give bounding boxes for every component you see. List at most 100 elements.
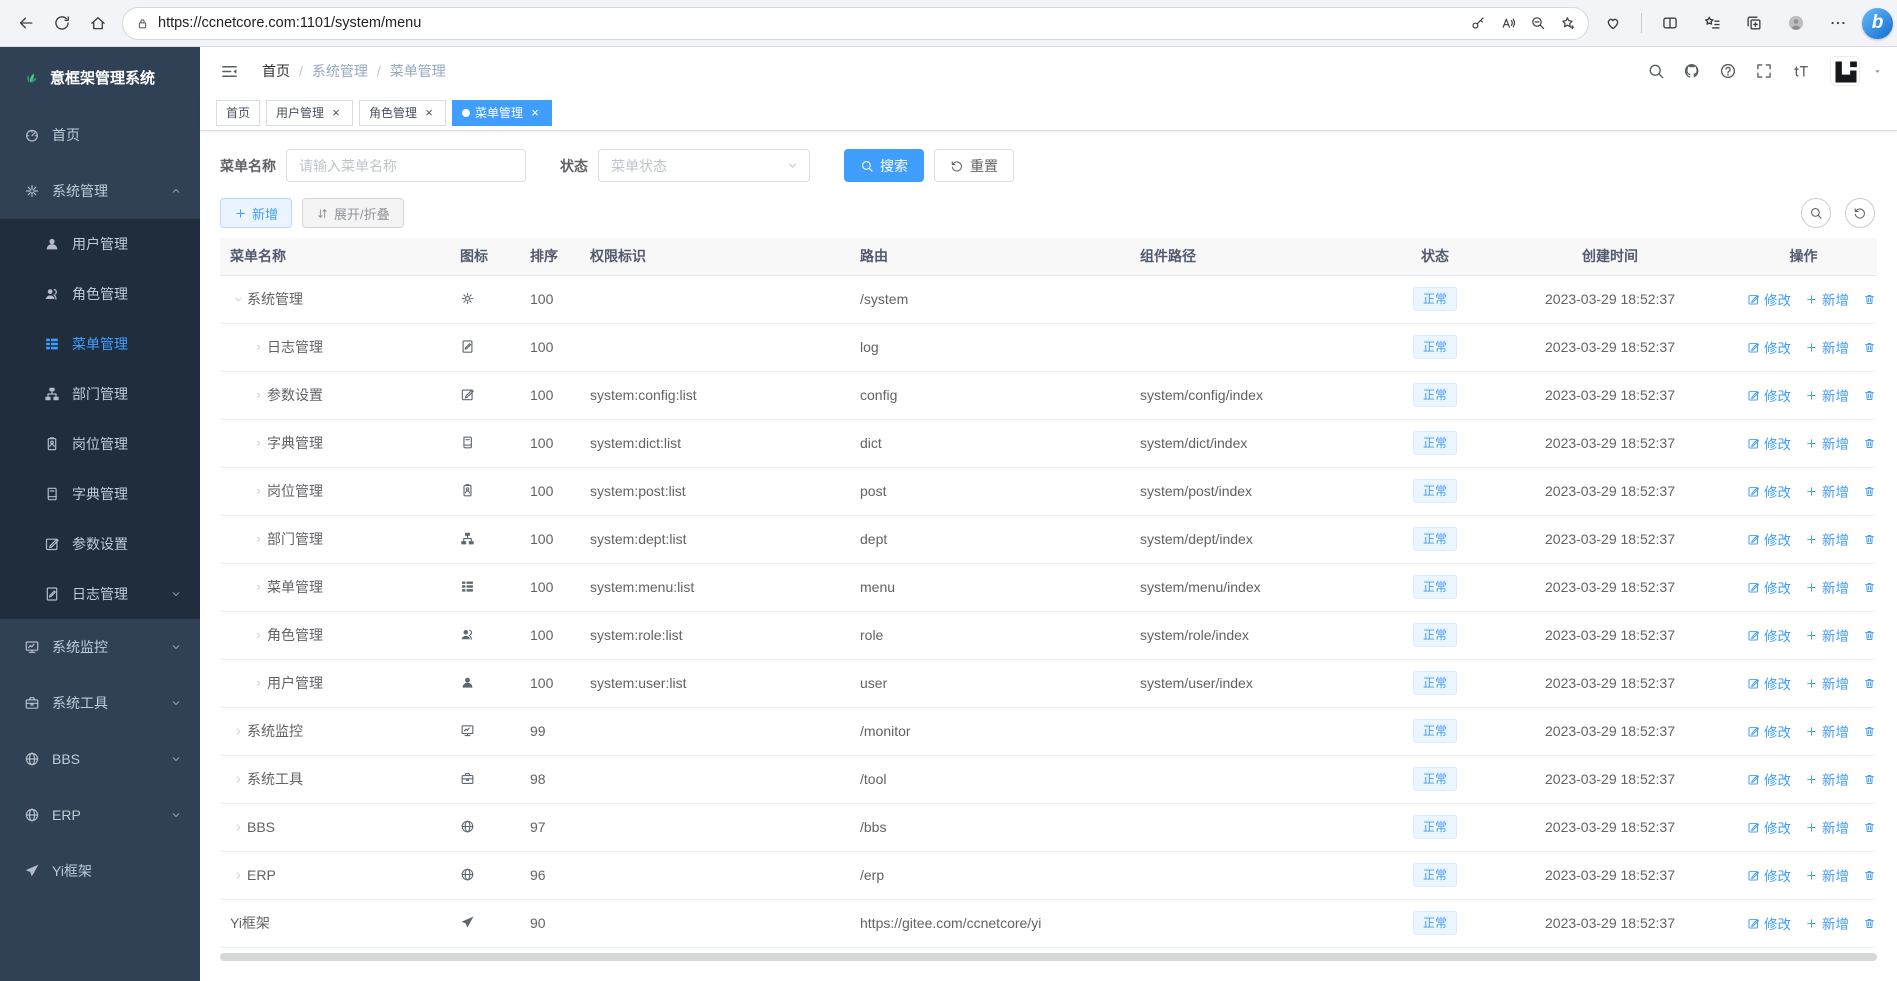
row-action-delete[interactable]: 删除: [1863, 289, 1877, 309]
expand-caret-icon[interactable]: [250, 582, 267, 593]
row-action-add[interactable]: 新增: [1805, 481, 1849, 501]
menu-name-input[interactable]: [286, 149, 526, 182]
row-action-edit[interactable]: 修改: [1747, 769, 1791, 789]
sidebar-item-home[interactable]: 首页: [0, 107, 200, 163]
user-avatar[interactable]: [1830, 56, 1860, 86]
profile-icon[interactable]: [1778, 6, 1814, 40]
row-action-delete[interactable]: 删除: [1863, 673, 1877, 693]
row-action-add[interactable]: 新增: [1805, 577, 1849, 597]
sidebar-item-dict[interactable]: 字典管理: [0, 469, 200, 519]
row-action-edit[interactable]: 修改: [1747, 289, 1791, 309]
sidebar-item-erp[interactable]: ERP: [0, 787, 200, 843]
url-text[interactable]: https://ccnetcore.com:1101/system/menu: [158, 15, 1470, 31]
url-bar[interactable]: https://ccnetcore.com:1101/system/menu: [122, 6, 1589, 40]
expand-caret-icon[interactable]: [250, 486, 267, 497]
tab-menu[interactable]: 菜单管理 ×: [452, 99, 553, 126]
row-action-add[interactable]: 新增: [1805, 385, 1849, 405]
sidebar-item-post[interactable]: 岗位管理: [0, 419, 200, 469]
expand-caret-icon[interactable]: [230, 822, 247, 833]
close-icon[interactable]: ×: [422, 106, 436, 120]
row-action-add[interactable]: 新增: [1805, 529, 1849, 549]
sidebar-item-log[interactable]: 日志管理: [0, 569, 200, 619]
row-action-delete[interactable]: 删除: [1863, 721, 1877, 741]
row-action-add[interactable]: 新增: [1805, 769, 1849, 789]
caret-down-icon[interactable]: [1872, 66, 1883, 77]
status-select[interactable]: 菜单状态: [598, 149, 810, 182]
row-action-edit[interactable]: 修改: [1747, 865, 1791, 885]
row-action-delete[interactable]: 删除: [1863, 481, 1877, 501]
tab-user[interactable]: 用户管理 ×: [266, 99, 354, 126]
add-button[interactable]: 新增: [220, 198, 293, 228]
expand-caret-icon[interactable]: [230, 774, 247, 785]
home-icon[interactable]: [80, 6, 116, 40]
row-action-edit[interactable]: 修改: [1747, 913, 1791, 933]
row-action-delete[interactable]: 删除: [1863, 625, 1877, 645]
row-action-add[interactable]: 新增: [1805, 865, 1849, 885]
expand-caret-icon[interactable]: [250, 342, 267, 353]
browser-essentials-icon[interactable]: [1595, 6, 1631, 40]
expand-caret-icon[interactable]: [250, 390, 267, 401]
breadcrumb-item[interactable]: 系统管理: [312, 61, 368, 81]
more-icon[interactable]: [1820, 6, 1856, 40]
row-action-edit[interactable]: 修改: [1747, 337, 1791, 357]
row-action-delete[interactable]: 删除: [1863, 577, 1877, 597]
expand-caret-icon[interactable]: [250, 534, 267, 545]
row-action-delete[interactable]: 删除: [1863, 817, 1877, 837]
row-action-add[interactable]: 新增: [1805, 625, 1849, 645]
refresh-table-button[interactable]: [1845, 198, 1875, 228]
close-icon[interactable]: ×: [329, 106, 343, 120]
row-action-delete[interactable]: 删除: [1863, 385, 1877, 405]
expand-caret-icon[interactable]: [230, 726, 247, 737]
row-action-add[interactable]: 新增: [1805, 289, 1849, 309]
font-size-icon[interactable]: [1786, 57, 1814, 85]
row-action-delete[interactable]: 删除: [1863, 769, 1877, 789]
row-action-edit[interactable]: 修改: [1747, 481, 1791, 501]
row-action-add[interactable]: 新增: [1805, 433, 1849, 453]
row-action-add[interactable]: 新增: [1805, 913, 1849, 933]
expand-caret-icon[interactable]: [230, 870, 247, 881]
row-action-delete[interactable]: 删除: [1863, 433, 1877, 453]
row-action-edit[interactable]: 修改: [1747, 673, 1791, 693]
sidebar-item-system[interactable]: 系统管理: [0, 163, 200, 219]
horizontal-scrollbar[interactable]: [220, 952, 1877, 961]
row-action-edit[interactable]: 修改: [1747, 433, 1791, 453]
bing-icon[interactable]: b: [1862, 7, 1893, 39]
row-action-delete[interactable]: 删除: [1863, 865, 1877, 885]
close-icon[interactable]: ×: [528, 106, 542, 120]
row-action-edit[interactable]: 修改: [1747, 577, 1791, 597]
row-action-edit[interactable]: 修改: [1747, 385, 1791, 405]
collections-icon[interactable]: [1736, 6, 1772, 40]
hide-search-button[interactable]: [1801, 198, 1831, 228]
fullscreen-icon[interactable]: [1750, 57, 1778, 85]
row-action-add[interactable]: 新增: [1805, 337, 1849, 357]
tab-home[interactable]: 首页: [216, 99, 261, 126]
sidebar-item-monitor[interactable]: 系统监控: [0, 619, 200, 675]
sidebar-item-yi[interactable]: Yi框架: [0, 843, 200, 899]
sidebar-item-role[interactable]: 角色管理: [0, 269, 200, 319]
sidebar-item-user[interactable]: 用户管理: [0, 219, 200, 269]
sidebar-item-tool[interactable]: 系统工具: [0, 675, 200, 731]
expand-caret-icon[interactable]: [230, 294, 247, 305]
row-action-edit[interactable]: 修改: [1747, 721, 1791, 741]
back-icon[interactable]: [8, 6, 44, 40]
github-icon[interactable]: [1678, 57, 1706, 85]
row-action-delete[interactable]: 删除: [1863, 529, 1877, 549]
refresh-icon[interactable]: [44, 6, 80, 40]
row-action-edit[interactable]: 修改: [1747, 817, 1791, 837]
zoom-out-icon[interactable]: [1530, 15, 1546, 31]
key-icon[interactable]: [1470, 15, 1486, 31]
expand-collapse-button[interactable]: 展开/折叠: [302, 198, 404, 228]
reset-button[interactable]: 重置: [934, 149, 1014, 182]
row-action-edit[interactable]: 修改: [1747, 625, 1791, 645]
sidebar-item-config[interactable]: 参数设置: [0, 519, 200, 569]
sidebar-item-bbs[interactable]: BBS: [0, 731, 200, 787]
sidebar-item-dept[interactable]: 部门管理: [0, 369, 200, 419]
expand-caret-icon[interactable]: [250, 630, 267, 641]
row-action-add[interactable]: 新增: [1805, 721, 1849, 741]
favorites-icon[interactable]: [1694, 6, 1730, 40]
tab-role[interactable]: 角色管理 ×: [359, 99, 447, 126]
row-action-add[interactable]: 新增: [1805, 817, 1849, 837]
split-screen-icon[interactable]: [1652, 6, 1688, 40]
sidebar-item-menu[interactable]: 菜单管理: [0, 319, 200, 369]
expand-caret-icon[interactable]: [250, 678, 267, 689]
